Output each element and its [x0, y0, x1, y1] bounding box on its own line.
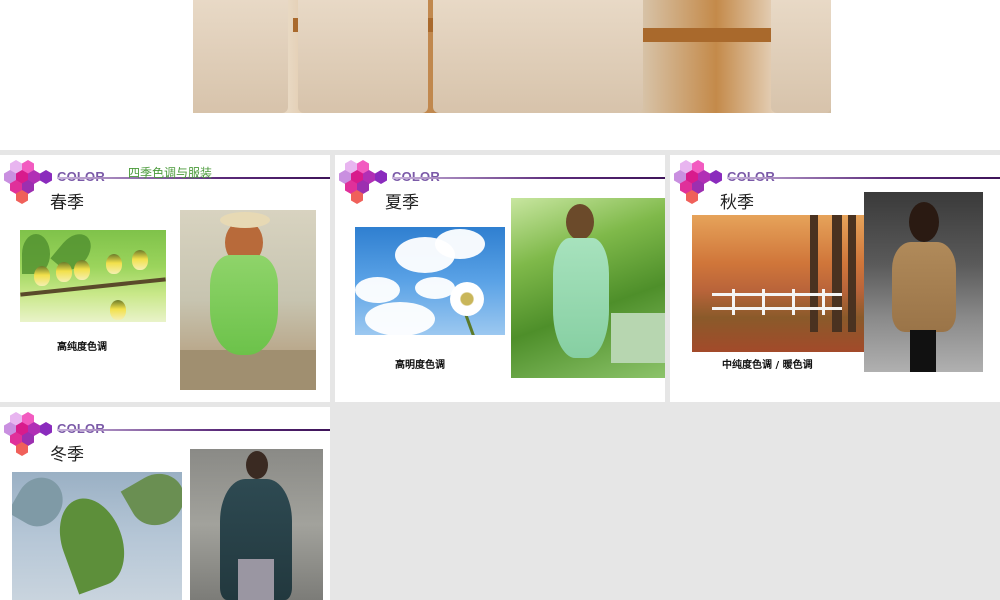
slide-sorter-view: COLOR 四季色调与服装 春季 高纯度色调 [0, 0, 1000, 600]
season-title: 秋季 [720, 193, 754, 213]
summer-outfit-photo [511, 198, 665, 378]
slide-subtitle: 四季色调与服装 [128, 166, 213, 180]
slide-thumbnail-summer[interactable]: COLOR 夏季 高明度色调 [335, 155, 665, 402]
chair-cover [193, 0, 288, 113]
header-rule [392, 177, 665, 179]
chair-cover [771, 0, 831, 113]
header-rule [727, 177, 1000, 179]
slide-thumbnail-winter[interactable]: COLOR 冬季 [0, 407, 330, 600]
slide-thumbnail-banner[interactable] [0, 0, 1000, 150]
spring-outfit-photo [180, 210, 316, 390]
autumn-outfit-photo [864, 192, 983, 372]
birds-photo [20, 230, 166, 322]
winter-outfit-photo [190, 449, 323, 600]
tone-caption: 高明度色调 [395, 360, 445, 371]
season-title: 夏季 [385, 193, 419, 213]
slide-thumbnail-spring[interactable]: COLOR 四季色调与服装 春季 高纯度色调 [0, 155, 330, 402]
slide-thumbnail-autumn[interactable]: COLOR 秋季 中纯度色调 / 暖色调 [670, 155, 1000, 402]
season-title: 春季 [50, 193, 84, 213]
chair-cover [298, 0, 428, 113]
tone-caption: 中纯度色调 / 暖色调 [722, 360, 813, 371]
header-rule [57, 429, 330, 431]
tone-caption: 高纯度色调 [57, 342, 107, 353]
sky-daisy-photo [355, 227, 505, 335]
autumn-forest-photo [692, 215, 864, 352]
season-title: 冬季 [50, 445, 84, 465]
frosted-leaves-photo [12, 472, 182, 600]
chair-cover [433, 0, 643, 113]
table-edge [643, 28, 773, 42]
chairs-photo [193, 0, 831, 113]
